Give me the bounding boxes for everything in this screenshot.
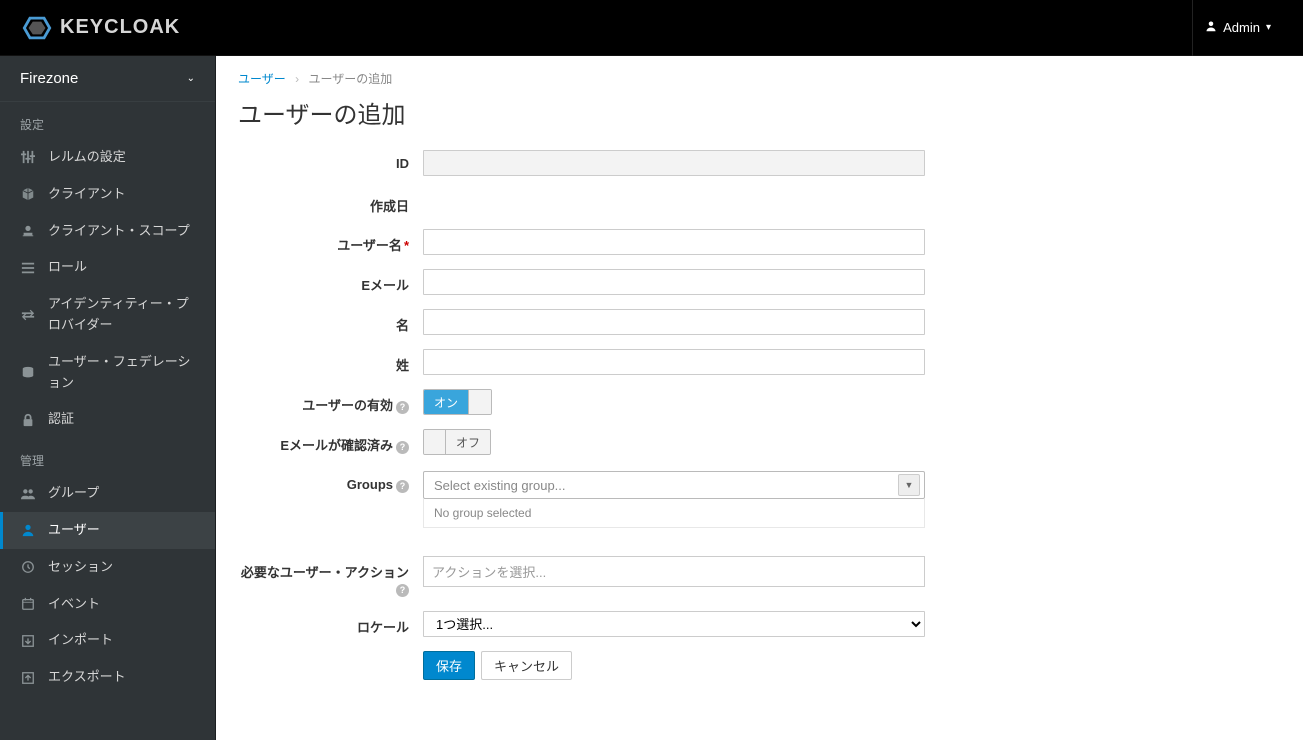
groups-status: No group selected xyxy=(423,499,925,528)
sidebar-item-identity-providers[interactable]: アイデンティティー・プロバイダー xyxy=(0,286,215,344)
label-id: ID xyxy=(238,150,423,171)
help-icon[interactable]: ? xyxy=(396,480,409,493)
import-icon xyxy=(20,634,36,648)
page-title: ユーザーの追加 xyxy=(238,95,1281,130)
sidebar-item-clients[interactable]: クライアント xyxy=(0,176,215,213)
toggle-email-verified[interactable]: オフ xyxy=(423,429,491,455)
sidebar-item-sessions[interactable]: セッション xyxy=(0,549,215,586)
help-icon[interactable]: ? xyxy=(396,441,409,454)
label-email-verified: Eメールが確認済み? xyxy=(238,429,423,454)
breadcrumb-separator: › xyxy=(295,72,299,86)
sidebar-item-roles[interactable]: ロール xyxy=(0,249,215,286)
stamp-icon xyxy=(20,224,36,238)
sidebar-item-groups[interactable]: グループ xyxy=(0,475,215,512)
sidebar-item-authentication[interactable]: 認証 xyxy=(0,401,215,438)
clock-icon xyxy=(20,560,36,574)
list-icon xyxy=(20,261,36,275)
breadcrumb-root[interactable]: ユーザー xyxy=(238,72,286,86)
label-required-actions: 必要なユーザー・アクション? xyxy=(238,556,423,597)
label-locale: ロケール xyxy=(238,611,423,636)
sliders-icon xyxy=(20,150,36,164)
cube-icon xyxy=(20,187,36,201)
input-username[interactable] xyxy=(423,229,925,255)
exchange-icon xyxy=(20,308,36,322)
label-user-enabled: ユーザーの有効? xyxy=(238,389,423,414)
users-icon xyxy=(20,487,36,501)
chevron-down-icon: ▼ xyxy=(898,474,920,496)
chevron-down-icon: ▾ xyxy=(1266,22,1271,33)
main-content: ユーザー › ユーザーの追加 ユーザーの追加 ID 作成日 ユーザー名* Eメー… xyxy=(216,56,1303,740)
user-icon xyxy=(1205,20,1217,35)
input-id xyxy=(423,150,925,176)
select-groups[interactable]: Select existing group... ▼ xyxy=(423,471,925,499)
sidebar: Firezone ⌄ 設定 レルムの設定 クライアント クライアント・スコープ … xyxy=(0,56,216,740)
breadcrumb: ユーザー › ユーザーの追加 xyxy=(238,70,1281,87)
save-button[interactable]: 保存 xyxy=(423,651,475,680)
keycloak-hex-icon xyxy=(20,16,54,40)
input-required-actions[interactable]: アクションを選択... xyxy=(423,556,925,587)
sidebar-section-manage: 管理 xyxy=(0,438,215,475)
label-first-name: 名 xyxy=(238,309,423,334)
brand-text: KEYCLOAK xyxy=(60,16,180,39)
sidebar-item-users[interactable]: ユーザー xyxy=(0,512,215,549)
sidebar-item-realm-settings[interactable]: レルムの設定 xyxy=(0,139,215,176)
brand-logo[interactable]: KEYCLOAK xyxy=(20,16,180,40)
sidebar-item-client-scopes[interactable]: クライアント・スコープ xyxy=(0,213,215,250)
user-icon xyxy=(20,523,36,537)
cancel-button[interactable]: キャンセル xyxy=(481,651,572,680)
sidebar-item-import[interactable]: インポート xyxy=(0,622,215,659)
user-menu-label: Admin xyxy=(1223,20,1260,35)
label-last-name: 姓 xyxy=(238,349,423,374)
input-email[interactable] xyxy=(423,269,925,295)
toggle-user-enabled[interactable]: オン xyxy=(423,389,492,415)
sidebar-item-events[interactable]: イベント xyxy=(0,586,215,623)
help-icon[interactable]: ? xyxy=(396,584,409,597)
input-first-name[interactable] xyxy=(423,309,925,335)
label-created: 作成日 xyxy=(238,190,423,215)
sidebar-section-configure: 設定 xyxy=(0,102,215,139)
sidebar-item-user-federation[interactable]: ユーザー・フェデレーション xyxy=(0,344,215,402)
realm-name: Firezone xyxy=(20,70,78,87)
help-icon[interactable]: ? xyxy=(396,401,409,414)
label-groups: Groups? xyxy=(238,471,423,493)
database-icon xyxy=(20,366,36,380)
input-last-name[interactable] xyxy=(423,349,925,375)
label-username: ユーザー名* xyxy=(238,229,423,254)
topbar: KEYCLOAK Admin ▾ xyxy=(0,0,1303,56)
export-icon xyxy=(20,671,36,685)
breadcrumb-current: ユーザーの追加 xyxy=(308,72,392,86)
select-locale[interactable]: 1つ選択... xyxy=(423,611,925,637)
lock-icon xyxy=(20,413,36,427)
realm-selector[interactable]: Firezone ⌄ xyxy=(0,56,215,102)
sidebar-item-export[interactable]: エクスポート xyxy=(0,659,215,696)
chevron-down-icon: ⌄ xyxy=(187,73,195,84)
label-email: Eメール xyxy=(238,269,423,294)
calendar-icon xyxy=(20,597,36,611)
user-menu[interactable]: Admin ▾ xyxy=(1192,0,1283,56)
